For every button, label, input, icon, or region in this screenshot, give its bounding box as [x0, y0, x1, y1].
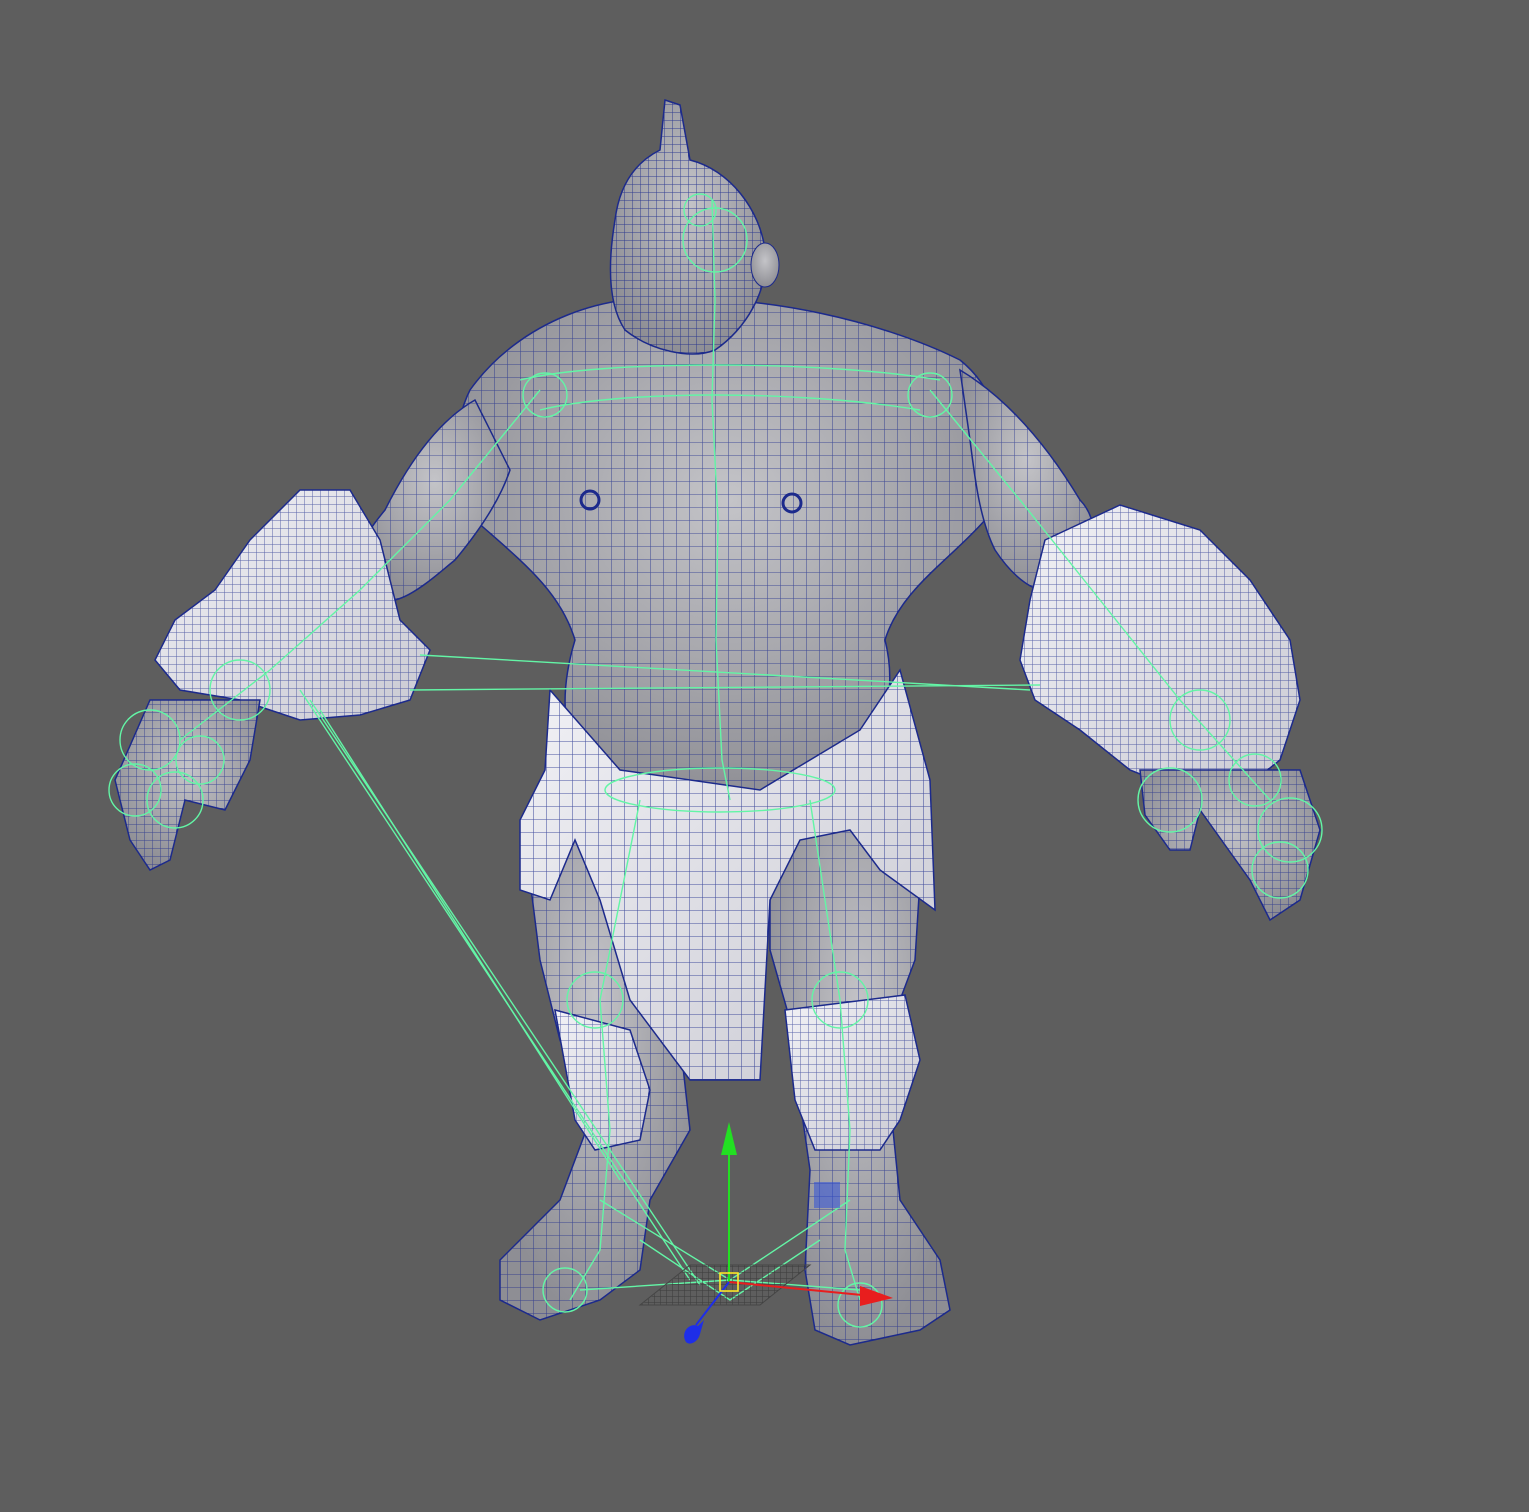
floor-grid [638, 1264, 812, 1306]
plane-handle[interactable] [814, 1182, 840, 1208]
world-origin [638, 1264, 812, 1306]
y-axis-arrow-icon[interactable] [721, 1122, 737, 1155]
3d-viewport[interactable] [0, 0, 1529, 1512]
ogre-model[interactable] [114, 98, 1321, 1346]
ear-mesh[interactable] [750, 242, 780, 288]
z-axis-arrow-icon[interactable] [684, 1320, 704, 1344]
